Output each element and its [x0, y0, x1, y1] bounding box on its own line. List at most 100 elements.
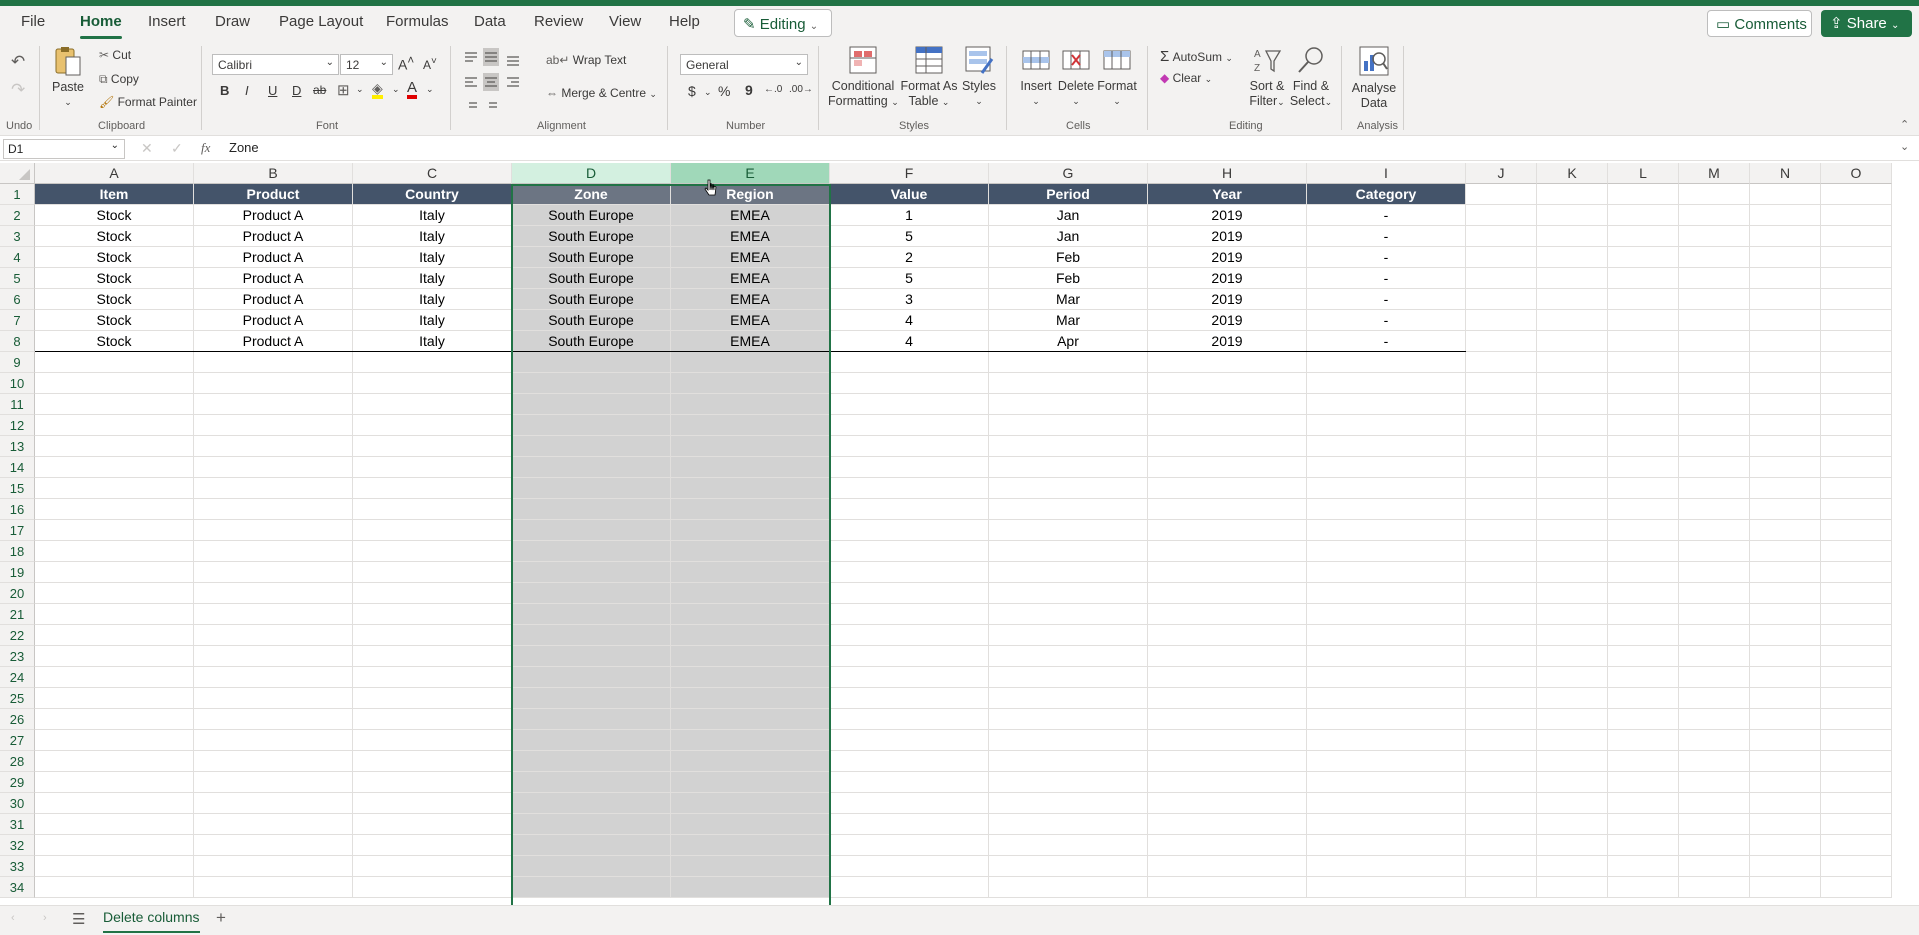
cell-d28[interactable] [512, 751, 671, 772]
cell-e22[interactable] [671, 625, 830, 646]
cell-n27[interactable] [1750, 730, 1821, 751]
cell-a8[interactable]: Stock [35, 331, 194, 352]
sort-filter-button[interactable]: AZ Sort & Filter⌄ [1245, 45, 1289, 110]
cell-n19[interactable] [1750, 562, 1821, 583]
cell-d21[interactable] [512, 604, 671, 625]
row-header-29[interactable]: 29 [0, 772, 35, 793]
cell-i20[interactable] [1307, 583, 1466, 604]
cell-f21[interactable] [830, 604, 989, 625]
find-select-button[interactable]: Find & Select⌄ [1289, 45, 1333, 110]
row-header-33[interactable]: 33 [0, 856, 35, 877]
cell-d27[interactable] [512, 730, 671, 751]
cell-f17[interactable] [830, 520, 989, 541]
cell-m19[interactable] [1679, 562, 1750, 583]
italic-button[interactable]: I [245, 83, 249, 98]
cell-m15[interactable] [1679, 478, 1750, 499]
cell-l30[interactable] [1608, 793, 1679, 814]
cell-m11[interactable] [1679, 394, 1750, 415]
cell-o2[interactable] [1821, 205, 1892, 226]
cell-k8[interactable] [1537, 331, 1608, 352]
cell-a5[interactable]: Stock [35, 268, 194, 289]
cell-h19[interactable] [1148, 562, 1307, 583]
menu-insert[interactable]: Insert [148, 13, 186, 30]
cell-e15[interactable] [671, 478, 830, 499]
cell-k18[interactable] [1537, 541, 1608, 562]
cell-g32[interactable] [989, 835, 1148, 856]
cell-m16[interactable] [1679, 499, 1750, 520]
cell-e28[interactable] [671, 751, 830, 772]
cell-h28[interactable] [1148, 751, 1307, 772]
cell-c9[interactable] [353, 352, 512, 373]
cell-o20[interactable] [1821, 583, 1892, 604]
cell-h27[interactable] [1148, 730, 1307, 751]
autosum-button[interactable]: Σ AutoSum ⌄ [1160, 48, 1233, 65]
cell-d34[interactable] [512, 877, 671, 898]
cell-b18[interactable] [194, 541, 353, 562]
cell-c30[interactable] [353, 793, 512, 814]
cell-g10[interactable] [989, 373, 1148, 394]
cell-h26[interactable] [1148, 709, 1307, 730]
cell-n25[interactable] [1750, 688, 1821, 709]
cell-f28[interactable] [830, 751, 989, 772]
cell-n24[interactable] [1750, 667, 1821, 688]
cell-b12[interactable] [194, 415, 353, 436]
cell-i31[interactable] [1307, 814, 1466, 835]
cell-a4[interactable]: Stock [35, 247, 194, 268]
cell-f11[interactable] [830, 394, 989, 415]
cell-j25[interactable] [1466, 688, 1537, 709]
cell-f22[interactable] [830, 625, 989, 646]
cell-m25[interactable] [1679, 688, 1750, 709]
cell-o32[interactable] [1821, 835, 1892, 856]
cell-k11[interactable] [1537, 394, 1608, 415]
cell-h6[interactable]: 2019 [1148, 289, 1307, 310]
copy-button[interactable]: ⧉ Copy [99, 72, 139, 87]
cell-d23[interactable] [512, 646, 671, 667]
cell-a6[interactable]: Stock [35, 289, 194, 310]
cell-b2[interactable]: Product A [194, 205, 353, 226]
cell-d9[interactable] [512, 352, 671, 373]
name-box[interactable]: D1 ⌄ [3, 139, 125, 159]
cell-k12[interactable] [1537, 415, 1608, 436]
cell-a20[interactable] [35, 583, 194, 604]
cell-o13[interactable] [1821, 436, 1892, 457]
menu-review[interactable]: Review [534, 13, 583, 30]
cell-l25[interactable] [1608, 688, 1679, 709]
cell-o14[interactable] [1821, 457, 1892, 478]
cell-c23[interactable] [353, 646, 512, 667]
cell-k33[interactable] [1537, 856, 1608, 877]
cell-n6[interactable] [1750, 289, 1821, 310]
cell-e26[interactable] [671, 709, 830, 730]
cell-g23[interactable] [989, 646, 1148, 667]
strikethrough-button[interactable]: ab [313, 83, 326, 97]
cell-a33[interactable] [35, 856, 194, 877]
percent-button[interactable]: % [718, 83, 730, 99]
cell-i21[interactable] [1307, 604, 1466, 625]
cell-f19[interactable] [830, 562, 989, 583]
cell-i33[interactable] [1307, 856, 1466, 877]
cell-l33[interactable] [1608, 856, 1679, 877]
column-header-l[interactable]: L [1608, 163, 1679, 184]
row-header-34[interactable]: 34 [0, 877, 35, 898]
cell-o24[interactable] [1821, 667, 1892, 688]
cell-b7[interactable]: Product A [194, 310, 353, 331]
cell-j30[interactable] [1466, 793, 1537, 814]
cell-g4[interactable]: Feb [989, 247, 1148, 268]
analyse-data-button[interactable]: Analyse Data [1350, 45, 1398, 111]
cell-k32[interactable] [1537, 835, 1608, 856]
cell-e12[interactable] [671, 415, 830, 436]
cell-i24[interactable] [1307, 667, 1466, 688]
cell-j8[interactable] [1466, 331, 1537, 352]
cell-g3[interactable]: Jan [989, 226, 1148, 247]
row-header-10[interactable]: 10 [0, 373, 35, 394]
cell-e33[interactable] [671, 856, 830, 877]
cell-b14[interactable] [194, 457, 353, 478]
cell-d33[interactable] [512, 856, 671, 877]
cell-c12[interactable] [353, 415, 512, 436]
row-header-1[interactable]: 1 [0, 184, 35, 205]
cell-d22[interactable] [512, 625, 671, 646]
cell-d2[interactable]: South Europe [512, 205, 671, 226]
styles-button[interactable]: Styles ⌄ [960, 45, 998, 109]
cell-a34[interactable] [35, 877, 194, 898]
cell-n22[interactable] [1750, 625, 1821, 646]
row-header-4[interactable]: 4 [0, 247, 35, 268]
